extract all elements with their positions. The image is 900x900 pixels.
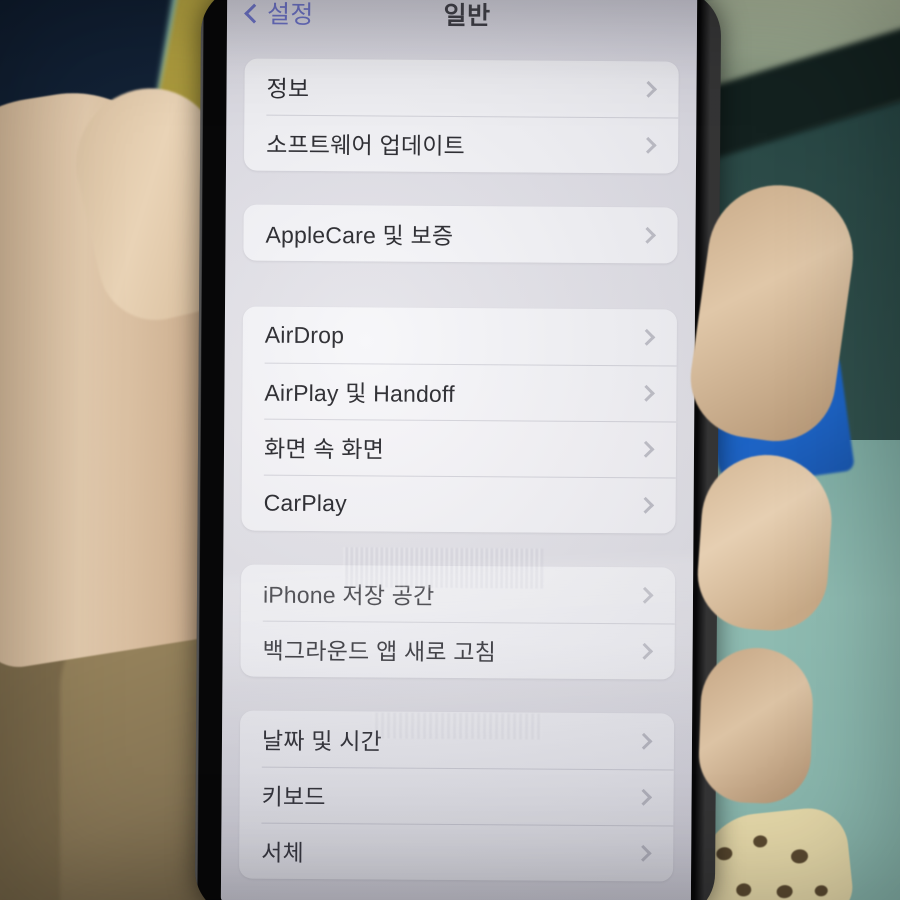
settings-group-applecare: AppleCare 및 보증 xyxy=(243,204,678,264)
list-item-label: CarPlay xyxy=(263,489,347,516)
back-button-label: 설정 xyxy=(266,0,314,29)
settings-group-device-info: 정보 소프트웨어 업데이트 xyxy=(243,58,679,174)
chevron-right-icon xyxy=(639,136,657,154)
chevron-right-icon xyxy=(634,844,652,862)
settings-group-system: 날짜 및 시간 키보드 서체 xyxy=(239,710,675,882)
chevron-right-icon xyxy=(636,642,654,660)
list-item[interactable]: 백그라운드 앱 새로 고침 xyxy=(240,620,674,679)
list-item-label: 소프트웨어 업데이트 xyxy=(266,131,466,160)
chevron-right-icon xyxy=(637,496,655,514)
list-item[interactable]: AirDrop xyxy=(243,306,677,365)
list-item-label: iPhone 저장 공간 xyxy=(262,581,435,609)
chevron-right-icon xyxy=(635,788,653,806)
list-item-label: 서체 xyxy=(261,839,305,866)
list-item[interactable]: 서체 xyxy=(239,822,673,881)
chevron-left-icon xyxy=(244,3,264,23)
chevron-right-icon xyxy=(639,226,657,244)
finger-middle xyxy=(694,450,836,635)
photo-scene: 설정 일반 정보 소프트웨어 업데이트 AppleCare 및 보증 AirDr… xyxy=(0,0,900,900)
list-item[interactable]: AirPlay 및 Handoff xyxy=(242,362,676,421)
list-item-label: 정보 xyxy=(266,75,310,102)
finger-ring xyxy=(697,646,815,805)
settings-list: 정보 소프트웨어 업데이트 AppleCare 및 보증 AirDrop Air… xyxy=(221,58,697,882)
list-item[interactable]: 소프트웨어 업데이트 xyxy=(244,115,678,174)
phone-screen[interactable]: 설정 일반 정보 소프트웨어 업데이트 AppleCare 및 보증 AirDr… xyxy=(220,0,698,900)
list-item[interactable]: AppleCare 및 보증 xyxy=(243,204,677,263)
chevron-right-icon xyxy=(638,328,656,346)
list-item[interactable]: 날짜 및 시간 xyxy=(240,710,674,769)
list-item-label: AppleCare 및 보증 xyxy=(265,221,454,249)
list-item-label: AirPlay 및 Handoff xyxy=(264,379,455,407)
list-item-label: AirDrop xyxy=(264,321,345,348)
phone-device: 설정 일반 정보 소프트웨어 업데이트 AppleCare 및 보증 AirDr… xyxy=(194,0,722,900)
list-item[interactable]: iPhone 저장 공간 xyxy=(241,564,675,623)
chevron-right-icon xyxy=(635,732,653,750)
list-item-label: 화면 속 화면 xyxy=(263,435,385,463)
back-button[interactable]: 설정 xyxy=(244,0,314,31)
list-item-label: 날짜 및 시간 xyxy=(261,727,383,755)
list-item[interactable]: 키보드 xyxy=(239,766,673,825)
chevron-right-icon xyxy=(637,384,655,402)
list-item-label: 키보드 xyxy=(261,783,326,811)
chevron-right-icon xyxy=(636,586,654,604)
list-item-label: 백그라운드 앱 새로 고침 xyxy=(262,637,497,666)
settings-group-connectivity: AirDrop AirPlay 및 Handoff 화면 속 화면 CarPla… xyxy=(241,306,678,534)
list-item[interactable]: CarPlay xyxy=(241,474,675,533)
chevron-right-icon xyxy=(637,440,655,458)
page-title: 일반 xyxy=(443,1,491,31)
navigation-bar: 설정 일반 xyxy=(227,0,698,62)
chevron-right-icon xyxy=(640,80,658,98)
list-item[interactable]: 정보 xyxy=(244,59,678,118)
list-item[interactable]: 화면 속 화면 xyxy=(242,418,676,477)
settings-group-storage: iPhone 저장 공간 백그라운드 앱 새로 고침 xyxy=(240,564,676,680)
